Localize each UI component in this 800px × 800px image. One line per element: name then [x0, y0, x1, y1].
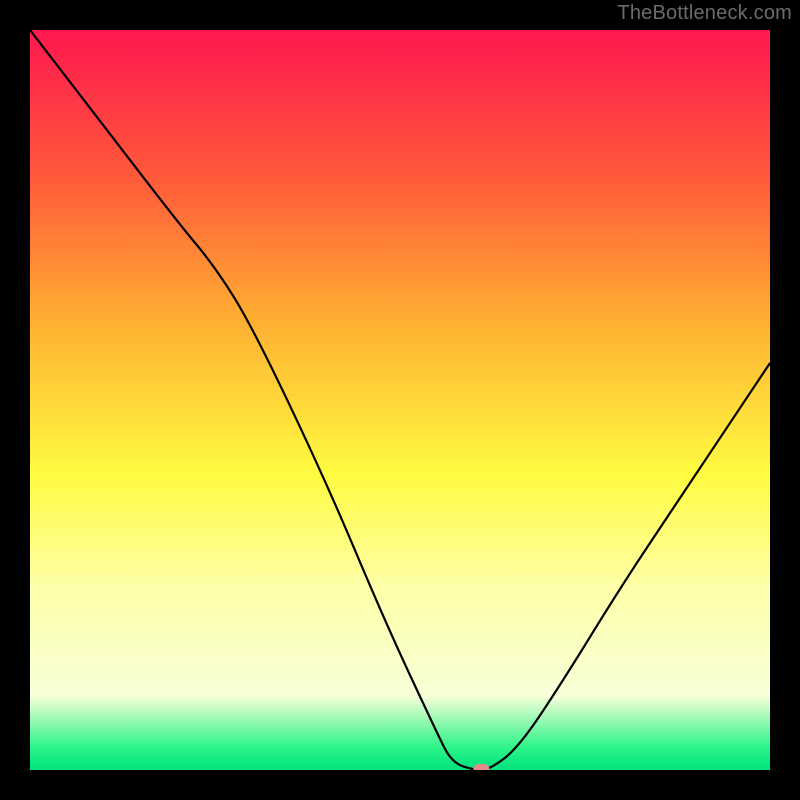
chart-frame: TheBottleneck.com [0, 0, 800, 800]
plot-area [30, 30, 770, 770]
bottleneck-chart [30, 30, 770, 770]
current-point-marker [473, 764, 489, 770]
gradient-background [30, 30, 770, 770]
watermark-text: TheBottleneck.com [617, 2, 792, 25]
